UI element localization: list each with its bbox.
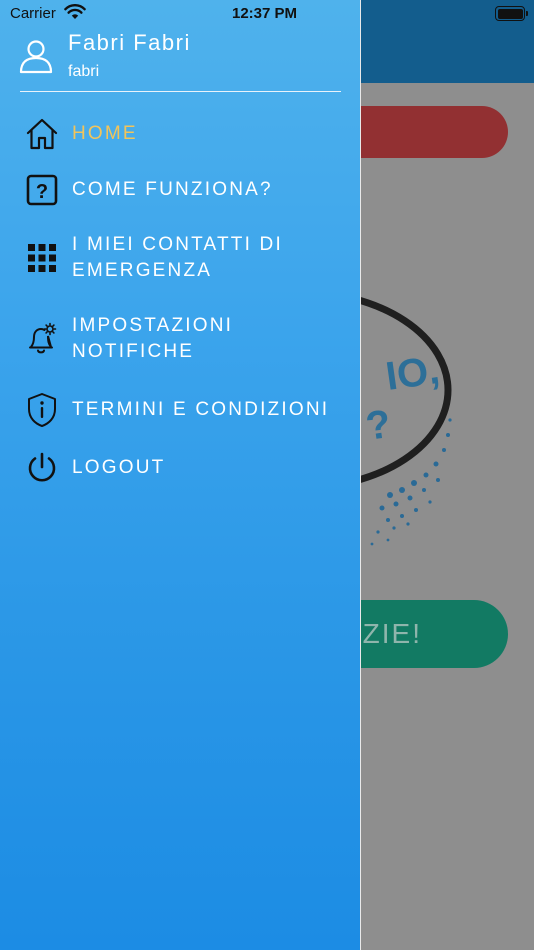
menu-item-emergency-contacts[interactable]: I MIEI CONTATTI DI EMERGENZA (0, 232, 361, 284)
bell-settings-icon (24, 321, 60, 357)
illustration-text-1: IO, (383, 348, 442, 399)
menu-item-emergency-contacts-label: I MIEI CONTATTI DI EMERGENZA (72, 234, 283, 281)
profile-name: Fabri Fabri (68, 30, 191, 55)
menu-item-home-label: HOME (72, 123, 138, 144)
battery-icon (495, 6, 528, 21)
user-icon (19, 40, 53, 74)
menu-item-notification-settings-label: IMPOSTAZIONI NOTIFICHE (72, 315, 234, 362)
illustration-text-2: ? (363, 402, 393, 449)
menu-item-home[interactable]: HOME (0, 115, 361, 153)
grid-icon (24, 240, 60, 276)
home-icon (24, 116, 60, 152)
profile-divider (20, 91, 341, 92)
svg-text:?: ? (36, 181, 48, 203)
shield-info-icon (24, 392, 60, 428)
status-time: 12:37 PM (232, 5, 298, 22)
power-icon (24, 450, 60, 486)
menu-item-how-it-works-label: COME FUNZIONA? (72, 179, 273, 200)
menu-item-terms-label: TERMINI E CONDIZIONI (72, 399, 330, 420)
menu-item-logout[interactable]: LOGOUT (0, 448, 361, 488)
carrier-label: Carrier (10, 5, 56, 22)
status-bar: Carrier 12:37 PM (0, 0, 534, 28)
menu-item-logout-label: LOGOUT (72, 457, 166, 478)
menu-item-how-it-works[interactable]: ? COME FUNZIONA? (0, 171, 361, 209)
question-icon: ? (24, 172, 60, 208)
side-drawer: Fabri Fabri fabri HOME ? COME FUNZIONA? … (0, 0, 361, 950)
wifi-icon (64, 4, 86, 19)
menu-item-terms[interactable]: TERMINI E CONDIZIONI (0, 390, 361, 430)
menu-item-notification-settings[interactable]: IMPOSTAZIONI NOTIFICHE (0, 313, 361, 365)
profile-username: fabri (68, 63, 100, 80)
background-green-button-label: ZIE! (362, 618, 422, 649)
